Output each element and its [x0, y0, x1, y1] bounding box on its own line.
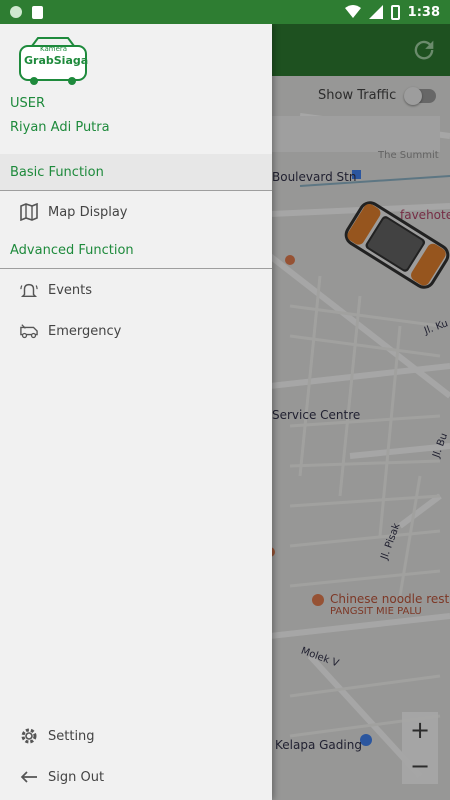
logo-top-text: Kamera [40, 45, 68, 53]
battery-icon [390, 4, 400, 20]
wifi-icon [344, 5, 361, 18]
sd-card-icon [32, 5, 43, 19]
user-role: USER [10, 96, 46, 111]
status-time: 1:38 [407, 4, 440, 20]
menu-label-sign-out: Sign Out [48, 769, 105, 785]
alarm-bell-icon [20, 281, 38, 299]
user-name: Riyan Adi Putra [10, 120, 110, 135]
app-logo: Kamera GrabSiaga [18, 34, 88, 86]
map-icon [20, 203, 38, 221]
section-basic-function: Basic Function [0, 154, 272, 191]
logo-main-text: GrabSiaga [24, 54, 89, 67]
section-advanced-function: Advanced Function [0, 232, 272, 269]
menu-label-setting: Setting [48, 728, 95, 744]
menu-label-events: Events [48, 282, 93, 298]
signal-icon [368, 5, 383, 19]
menu-item-map-display[interactable]: Map Display [0, 192, 272, 232]
menu-item-sign-out[interactable]: Sign Out [0, 757, 272, 797]
notification-icon [10, 6, 22, 18]
emergency-vehicle-icon [20, 322, 38, 340]
menu-item-setting[interactable]: Setting [0, 716, 272, 756]
menu-item-events[interactable]: Events [0, 270, 272, 310]
menu-item-emergency[interactable]: Emergency [0, 311, 272, 351]
sign-out-arrow-icon [20, 768, 38, 786]
menu-label-map-display: Map Display [48, 204, 128, 220]
status-bar: 1:38 [0, 0, 450, 24]
menu-label-emergency: Emergency [48, 323, 122, 339]
navigation-drawer: Kamera GrabSiaga USER Riyan Adi Putra Ba… [0, 24, 272, 800]
gear-icon [20, 727, 38, 745]
